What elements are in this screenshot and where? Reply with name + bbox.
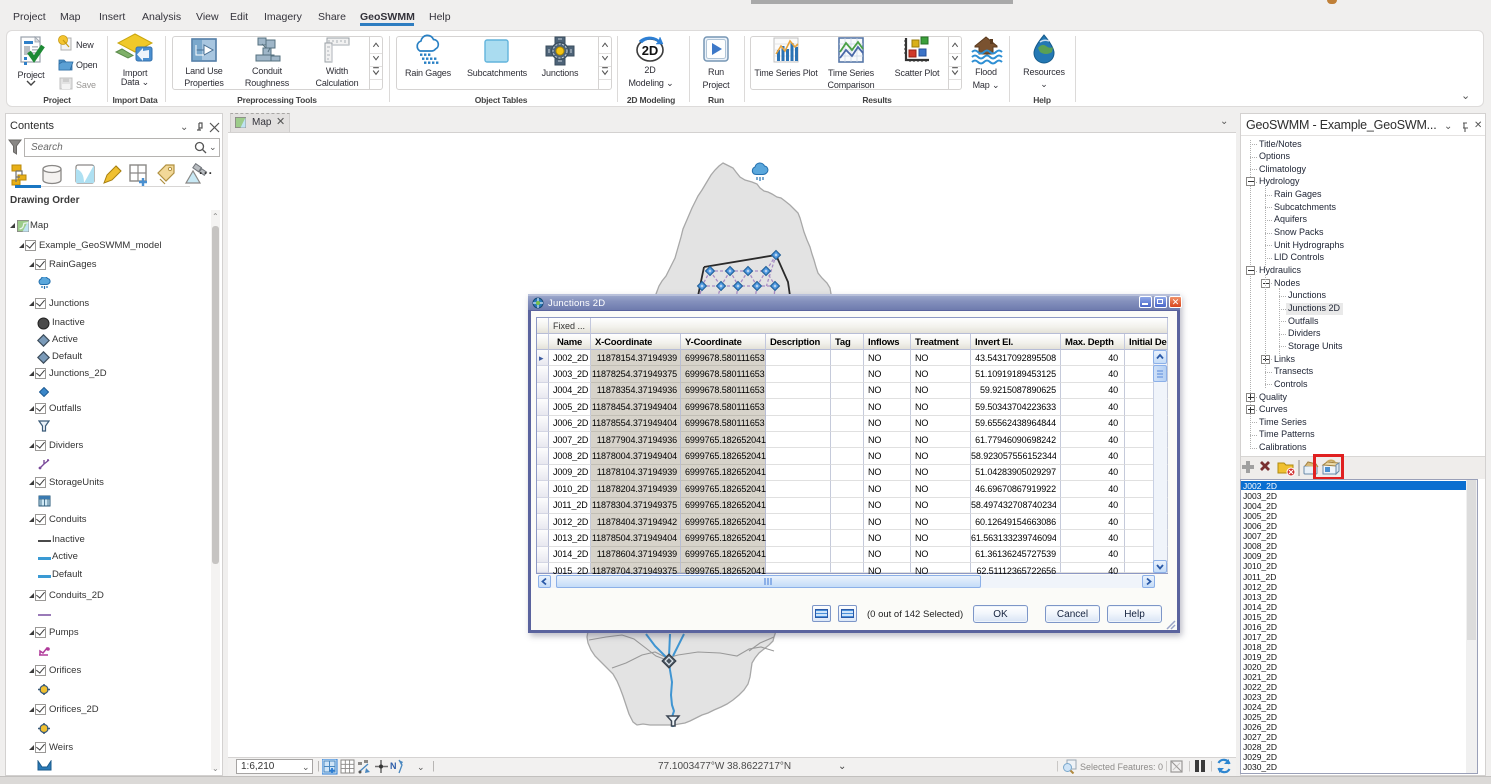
svg-text:2D: 2D [642,43,659,58]
svg-text:N: N [390,761,397,771]
